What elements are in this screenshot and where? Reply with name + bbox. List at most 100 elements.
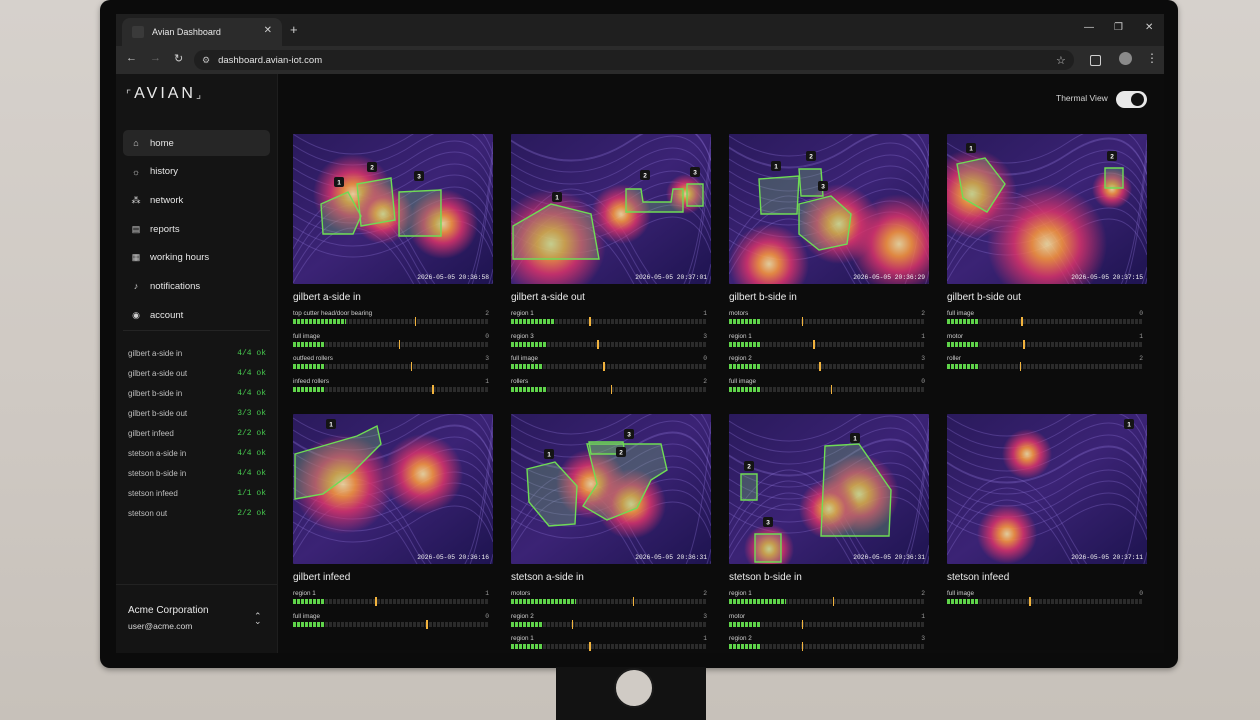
thermal-image[interactable]: 1 2026-05-05 20:36:16 [293,414,493,564]
zone-tag: 2 [640,170,650,180]
temperature-fill [293,341,325,347]
thermal-view-toggle[interactable] [1116,91,1147,108]
thermal-image[interactable]: 1 2 3 2026-05-05 20:36:29 [729,134,929,284]
region-row[interactable]: region 1 1 [729,331,929,352]
profile-avatar-icon[interactable] [1119,52,1132,65]
region-row[interactable]: region 1 2 [729,588,929,609]
nav-item-history[interactable]: ☼ history [123,159,270,185]
nav-item-network[interactable]: ⁂ network [123,187,270,213]
thermal-image[interactable]: 1 2 2026-05-05 20:37:15 [947,134,1147,284]
threshold-marker [813,339,815,349]
camera-status-row[interactable]: gilbert a-side out 4/4 ok [128,363,266,383]
threshold-marker [375,597,377,606]
camera-status-row[interactable]: gilbert infeed 2/2 ok [128,423,266,443]
side-panel-icon[interactable] [1090,55,1101,66]
close-tab-icon[interactable]: ✕ [264,25,272,36]
region-row[interactable]: region 1 1 [511,633,711,653]
temperature-bar [293,317,489,326]
camera-card[interactable]: 1 2 3 2026-05-05 20:36:58 gilbert a-side in t… [293,134,493,396]
forward-icon[interactable]: → [150,52,161,64]
new-tab-icon[interactable]: + [290,22,298,37]
nav-item-notifications[interactable]: ♪ notifications [123,273,270,299]
thermal-image[interactable]: 1 2 3 2026-05-05 20:36:58 [293,134,493,284]
threshold-marker [589,642,591,651]
temperature-bar [511,597,707,606]
region-row[interactable]: full image 0 [947,308,1147,329]
region-row[interactable]: full image 0 [293,611,493,632]
thermal-image[interactable]: 1 2 3 2026-05-05 20:36:31 [511,414,711,564]
nav-item-home[interactable]: ⌂ home [123,130,270,156]
bookmark-star-icon[interactable]: ☆ [1056,54,1066,67]
restore-icon[interactable]: ❐ [1114,22,1123,33]
svg-text:2: 2 [643,173,647,180]
region-row[interactable]: region 2 3 [729,353,929,374]
chevron-up-down-icon[interactable]: ⌃ ⌄ [254,611,262,633]
camera-status-row[interactable]: gilbert b-side out 3/3 ok [128,403,266,423]
thermal-image[interactable]: 1 2026-05-05 20:37:11 [947,414,1147,564]
reload-icon[interactable]: ↻ [174,52,183,65]
camera-status-row[interactable]: stetson b-side in 4/4 ok [128,463,266,483]
region-row[interactable]: full image 0 [729,376,929,397]
account-switcher[interactable]: Acme Corporation user@acme.com ⌃ ⌄ [116,584,277,653]
camera-card[interactable]: 1 2 3 2026-05-05 20:36:29 gilbert b-side in m… [729,134,929,396]
region-label: outfeed rollers [293,355,333,362]
region-count: 0 [921,377,925,385]
nav-item-working-hours[interactable]: ▦ working hours [123,245,270,271]
region-row[interactable]: outfeed rollers 3 [293,353,493,374]
temperature-bar [511,317,707,326]
camera-card[interactable]: 1 2 3 2026-05-05 20:36:31 stetson b-side in r… [729,414,929,653]
region-row[interactable]: region 1 1 [293,588,493,609]
zone-tag: 2 [616,447,626,457]
region-row[interactable]: rollers 2 [511,376,711,397]
region-row[interactable]: top cutter head/door bearing 2 [293,308,493,329]
zone-tag: 3 [818,181,828,191]
url-bar[interactable]: ⚙ dashboard.avian-iot.com [194,50,1074,70]
camera-card[interactable]: 1 2 3 2026-05-05 20:37:01 gilbert a-side out… [511,134,711,396]
camera-card[interactable]: 1 2026-05-05 20:37:11 stetson infeed full i… [947,414,1147,609]
browser-menu-icon[interactable]: ⋮ [1146,51,1158,65]
region-row[interactable]: roller 2 [947,353,1147,374]
region-row[interactable]: infeed rollers 1 [293,376,493,397]
region-row[interactable]: region 2 3 [729,633,929,653]
threshold-marker [632,597,635,606]
region-row[interactable]: motors 2 [729,308,929,329]
temperature-bar [947,362,1143,371]
camera-card[interactable]: 1 2 2026-05-05 20:37:15 gilbert b-side out f… [947,134,1147,374]
region-row[interactable]: region 3 3 [511,331,711,352]
region-row[interactable]: full image 0 [293,331,493,352]
camera-status-name: stetson out [128,508,168,518]
camera-status-row[interactable]: stetson out 2/2 ok [128,503,266,523]
camera-card[interactable]: 1 2 3 2026-05-05 20:36:31 stetson a-side in m… [511,414,711,653]
nav-item-account[interactable]: ◉ account [123,302,270,328]
close-window-icon[interactable]: ✕ [1145,22,1153,33]
minimize-icon[interactable]: — [1084,22,1094,33]
nav-item-reports[interactable]: ▤ reports [123,216,270,242]
threshold-marker [398,339,401,349]
thermal-image[interactable]: 1 2 3 2026-05-05 20:37:01 [511,134,711,284]
temperature-fill [729,364,761,369]
camera-status-row[interactable]: stetson a-side in 4/4 ok [128,443,266,463]
region-row[interactable]: motor 1 [729,611,929,632]
region-row[interactable]: region 1 1 [511,308,711,329]
region-count: 1 [703,310,707,317]
region-row[interactable]: motor 1 [947,331,1147,352]
nav-item-label: account [150,309,184,321]
nav-item-label: home [150,137,174,149]
site-settings-icon[interactable]: ⚙ [202,55,210,66]
camera-title: stetson infeed [947,572,1010,583]
region-row[interactable]: region 2 3 [511,611,711,632]
temperature-bar [293,362,489,371]
camera-card[interactable]: 1 2026-05-05 20:36:16 gilbert infeed region… [293,414,493,631]
camera-status-row[interactable]: gilbert a-side in 4/4 ok [128,343,266,363]
camera-status-row[interactable]: stetson infeed 1/1 ok [128,483,266,503]
region-row[interactable]: motors 2 [511,588,711,609]
region-row[interactable]: full image 0 [511,353,711,374]
temperature-bar [729,619,925,629]
region-row[interactable]: full image 0 [947,588,1147,609]
thermal-image[interactable]: 1 2 3 2026-05-05 20:36:31 [729,414,929,564]
back-icon[interactable]: ← [126,52,137,64]
browser-tab[interactable]: Avian Dashboard ✕ [122,18,282,46]
camera-status-value: 4/4 ok [237,368,266,378]
svg-text:1: 1 [774,164,778,171]
camera-status-row[interactable]: gilbert b-side in 4/4 ok [128,383,266,403]
